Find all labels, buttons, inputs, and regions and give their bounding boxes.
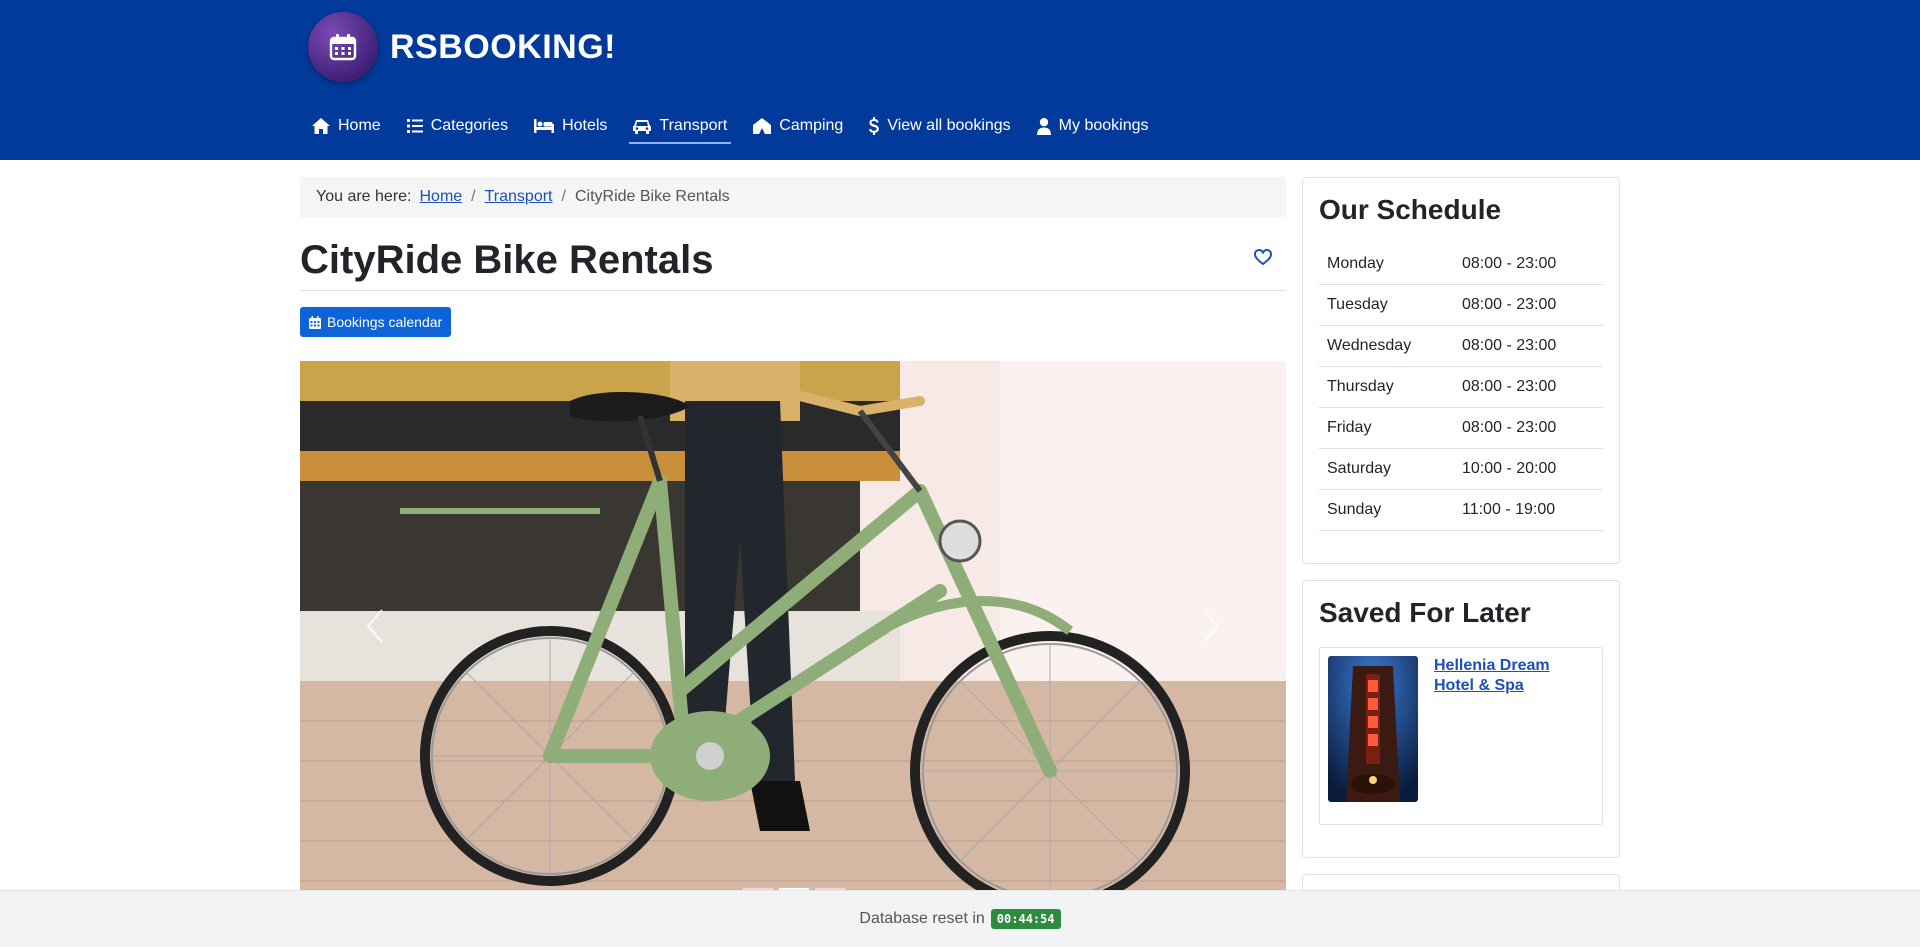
bookings-calendar-label: Bookings calendar	[327, 314, 443, 330]
nav-item-hotels[interactable]: Hotels	[522, 108, 619, 144]
brand-name: RSBOOKING!	[390, 27, 616, 66]
bed-icon	[534, 119, 555, 133]
schedule-row: Saturday 10:00 - 20:00	[1319, 449, 1603, 490]
header-inner: RSBOOKING! Home Categories Hotels Transp…	[300, 0, 1620, 160]
schedule-hours: 08:00 - 23:00	[1462, 255, 1557, 272]
brand[interactable]: RSBOOKING!	[308, 12, 616, 82]
breadcrumb-link-home[interactable]: Home	[419, 188, 462, 206]
schedule-hours: 11:00 - 19:00	[1462, 501, 1556, 518]
chevron-right-icon	[1203, 609, 1220, 643]
nav-item-my-bookings[interactable]: My bookings	[1025, 108, 1161, 144]
schedule-row: Friday 08:00 - 23:00	[1319, 408, 1603, 449]
schedule-row: Sunday 11:00 - 19:00	[1319, 490, 1603, 531]
car-icon	[633, 119, 652, 134]
nav-item-home[interactable]: Home	[300, 108, 393, 144]
schedule-hours: 08:00 - 23:00	[1462, 296, 1557, 313]
sidebar: Our Schedule Monday 08:00 - 23:00 Tuesda…	[1302, 177, 1620, 910]
schedule-row: Monday 08:00 - 23:00	[1319, 244, 1603, 285]
schedule-day: Wednesday	[1327, 337, 1412, 354]
nav-item-label: Camping	[779, 117, 844, 134]
schedule-hours: 08:00 - 23:00	[1462, 419, 1557, 436]
database-reset-bar: Database reset in 00:44:54	[0, 890, 1920, 947]
breadcrumb-prefix: You are here:	[316, 188, 412, 205]
page-title: CityRide Bike Rentals	[300, 238, 714, 282]
breadcrumb-link-transport[interactable]: Transport	[485, 188, 553, 206]
saved-for-later-panel: Saved For Later Hellenia Dream Hotel & S…	[1302, 580, 1620, 858]
carousel-next-button[interactable]	[1196, 606, 1226, 646]
site-header: RSBOOKING! Home Categories Hotels Transp…	[0, 0, 1920, 160]
saved-item-link[interactable]: Hellenia Dream Hotel & Spa	[1434, 656, 1594, 816]
schedule-row: Thursday 08:00 - 23:00	[1319, 367, 1603, 408]
breadcrumb-separator: /	[471, 188, 476, 205]
schedule-title: Our Schedule	[1319, 194, 1502, 225]
schedule-hours: 10:00 - 20:00	[1462, 460, 1557, 477]
reset-timer-badge: 00:44:54	[990, 909, 1061, 929]
image-carousel[interactable]	[300, 361, 1286, 891]
schedule-hours: 08:00 - 23:00	[1462, 337, 1557, 354]
breadcrumb-separator: /	[561, 188, 566, 205]
bike-photo	[300, 361, 1286, 891]
dollar-icon	[869, 117, 880, 135]
main-nav: Home Categories Hotels Transport Camping…	[300, 108, 1163, 144]
list-icon	[406, 119, 423, 133]
tent-icon	[753, 118, 772, 134]
nav-item-camping[interactable]: Camping	[741, 108, 855, 144]
nav-item-label: Hotels	[562, 117, 608, 134]
nav-item-categories[interactable]: Categories	[395, 108, 520, 144]
schedule-panel: Our Schedule Monday 08:00 - 23:00 Tuesda…	[1302, 177, 1620, 564]
bookings-calendar-button[interactable]: Bookings calendar	[300, 307, 452, 337]
schedule-row: Wednesday 08:00 - 23:00	[1319, 326, 1603, 367]
page-header: CityRide Bike Rentals	[300, 235, 1286, 291]
nav-item-transport[interactable]: Transport	[621, 108, 739, 144]
hotel-thumbnail[interactable]	[1328, 656, 1418, 802]
main-content: You are here: Home / Transport / CityRid…	[300, 177, 1286, 891]
nav-item-view-all-bookings[interactable]: View all bookings	[857, 108, 1022, 144]
saved-item: Hellenia Dream Hotel & Spa	[1319, 647, 1603, 825]
nav-item-label: Home	[338, 117, 381, 134]
nav-item-label: Categories	[430, 117, 509, 134]
calendar-icon	[309, 315, 321, 329]
chevron-left-icon	[366, 609, 383, 643]
breadcrumb-current: CityRide Bike Rentals	[574, 188, 730, 205]
schedule-day: Monday	[1327, 255, 1384, 272]
nav-item-label: My bookings	[1058, 117, 1149, 134]
calendar-icon	[308, 12, 378, 82]
home-icon	[312, 118, 330, 134]
schedule-day: Sunday	[1327, 501, 1382, 518]
schedule-day: Thursday	[1327, 378, 1394, 395]
nav-item-label: Transport	[659, 117, 728, 134]
schedule-day: Tuesday	[1327, 296, 1388, 313]
heart-icon[interactable]	[1253, 248, 1273, 269]
schedule-day: Saturday	[1327, 460, 1392, 477]
breadcrumb: You are here: Home / Transport / CityRid…	[300, 177, 1286, 217]
saved-title: Saved For Later	[1319, 597, 1531, 628]
nav-item-label: View all bookings	[887, 117, 1011, 134]
reset-text: Database reset in	[859, 910, 985, 927]
carousel-prev-button[interactable]	[360, 606, 390, 646]
schedule-row: Tuesday 08:00 - 23:00	[1319, 285, 1603, 326]
user-icon	[1036, 117, 1051, 135]
schedule-hours: 08:00 - 23:00	[1462, 378, 1557, 395]
schedule-day: Friday	[1327, 419, 1372, 436]
